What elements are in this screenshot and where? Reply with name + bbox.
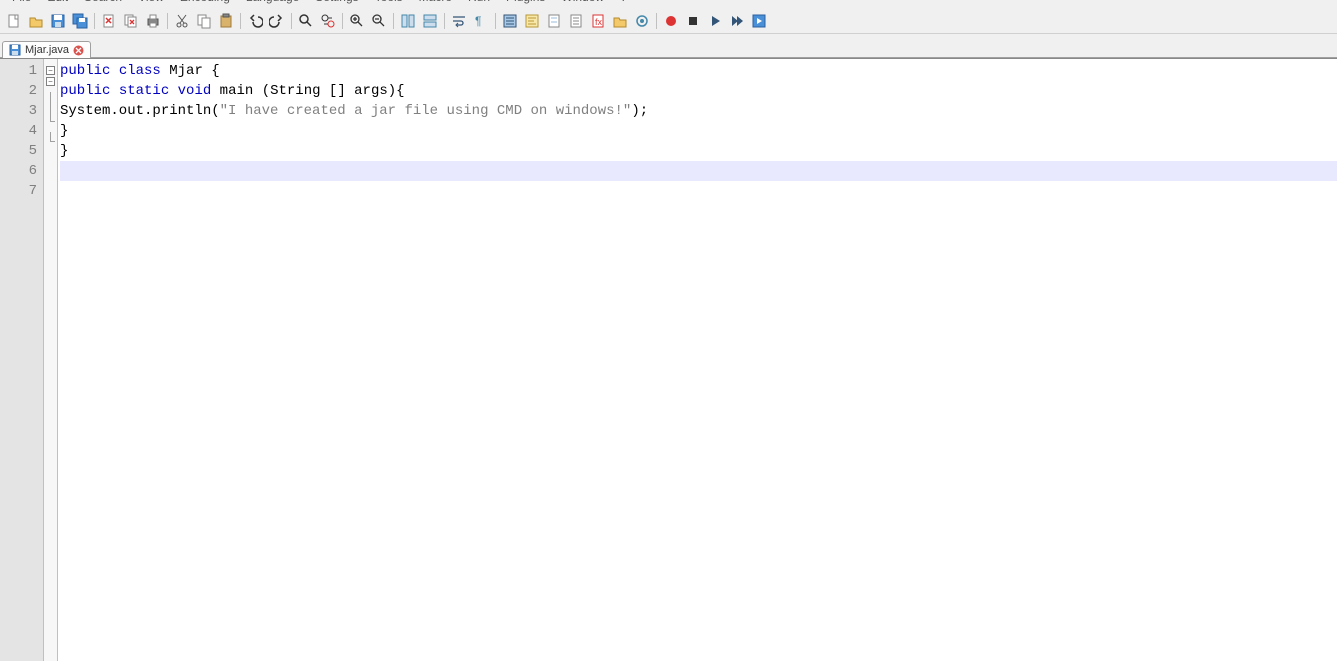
code-line: public static void main (String [] args)… <box>60 81 1337 101</box>
toolbar-separator <box>342 13 343 29</box>
folder-icon[interactable] <box>610 11 630 31</box>
menu-edit[interactable]: Edit <box>39 0 76 3</box>
close-tab-icon[interactable] <box>73 45 84 56</box>
toolbar-separator <box>393 13 394 29</box>
menu-bar: File Edit Search View Encoding Language … <box>0 0 1337 8</box>
menu-window[interactable]: Window <box>553 0 612 3</box>
menu-language[interactable]: Language <box>238 0 307 3</box>
new-file-icon[interactable] <box>4 11 24 31</box>
toolbar-separator <box>495 13 496 29</box>
code-line-current <box>60 161 1337 181</box>
line-gutter: 1 2 3 4 5 6 7 <box>0 59 44 661</box>
line-number: 6 <box>0 161 37 181</box>
line-number: 4 <box>0 121 37 141</box>
save-icon[interactable] <box>48 11 68 31</box>
menu-settings[interactable]: Settings <box>307 0 366 3</box>
line-number: 7 <box>0 181 37 201</box>
sync-h-icon[interactable] <box>420 11 440 31</box>
whitespace-icon[interactable]: ¶ <box>471 11 491 31</box>
menu-macro[interactable]: Macro <box>411 0 460 3</box>
code-line <box>60 181 1337 201</box>
menu-plugins[interactable]: Plugins <box>498 0 553 3</box>
line-number: 3 <box>0 101 37 121</box>
func-list-icon[interactable]: fx <box>588 11 608 31</box>
zoom-out-icon[interactable] <box>369 11 389 31</box>
disk-icon <box>9 44 21 56</box>
save-macro-icon[interactable] <box>749 11 769 31</box>
menu-help[interactable]: ? <box>612 0 635 3</box>
code-area[interactable]: public class Mjar { public static void m… <box>58 59 1337 661</box>
find-icon[interactable] <box>296 11 316 31</box>
doc-list-icon[interactable] <box>566 11 586 31</box>
record-macro-icon[interactable] <box>661 11 681 31</box>
udl-icon[interactable] <box>522 11 542 31</box>
code-line: } <box>60 141 1337 161</box>
monitor-icon[interactable] <box>632 11 652 31</box>
paste-icon[interactable] <box>216 11 236 31</box>
wrap-icon[interactable] <box>449 11 469 31</box>
toolbar-separator <box>167 13 168 29</box>
tab-label: Mjar.java <box>25 44 69 56</box>
code-line: System.out.println("I have created a jar… <box>60 101 1337 121</box>
menu-encoding[interactable]: Encoding <box>172 0 238 3</box>
editor-area: 1 2 3 4 5 6 7 − − public class Mjar { pu… <box>0 58 1337 661</box>
close-icon[interactable] <box>99 11 119 31</box>
toolbar-separator <box>444 13 445 29</box>
play-macro-icon[interactable] <box>705 11 725 31</box>
toolbar: ¶ fx <box>0 8 1337 34</box>
stop-macro-icon[interactable] <box>683 11 703 31</box>
print-icon[interactable] <box>143 11 163 31</box>
tab-bar: Mjar.java <box>0 34 1337 58</box>
fold-guide-end <box>50 112 51 122</box>
copy-icon[interactable] <box>194 11 214 31</box>
fold-toggle-icon[interactable]: − <box>46 77 55 86</box>
fold-guide <box>50 92 51 112</box>
menu-view[interactable]: View <box>130 0 172 3</box>
line-number: 1 <box>0 61 37 81</box>
indent-guide-icon[interactable] <box>500 11 520 31</box>
menu-run[interactable]: Run <box>460 0 498 3</box>
menu-search[interactable]: Search <box>76 0 130 3</box>
play-multi-icon[interactable] <box>727 11 747 31</box>
redo-icon[interactable] <box>267 11 287 31</box>
toolbar-separator <box>291 13 292 29</box>
menu-tools[interactable]: Tools <box>367 0 411 3</box>
tab-mjar-java[interactable]: Mjar.java <box>2 41 91 58</box>
doc-map-icon[interactable] <box>544 11 564 31</box>
menu-file[interactable]: File <box>4 0 39 3</box>
save-all-icon[interactable] <box>70 11 90 31</box>
fold-column: − − <box>44 59 58 661</box>
fold-toggle-icon[interactable]: − <box>46 66 55 75</box>
code-line: } <box>60 121 1337 141</box>
fold-guide-end <box>50 132 51 142</box>
sync-v-icon[interactable] <box>398 11 418 31</box>
zoom-in-icon[interactable] <box>347 11 367 31</box>
replace-icon[interactable] <box>318 11 338 31</box>
close-all-icon[interactable] <box>121 11 141 31</box>
cut-icon[interactable] <box>172 11 192 31</box>
toolbar-separator <box>94 13 95 29</box>
svg-text:fx: fx <box>595 17 603 27</box>
open-file-icon[interactable] <box>26 11 46 31</box>
toolbar-separator <box>240 13 241 29</box>
svg-text:¶: ¶ <box>475 14 481 28</box>
undo-icon[interactable] <box>245 11 265 31</box>
code-line: public class Mjar { <box>60 61 1337 81</box>
line-number: 2 <box>0 81 37 101</box>
line-number: 5 <box>0 141 37 161</box>
toolbar-separator <box>656 13 657 29</box>
